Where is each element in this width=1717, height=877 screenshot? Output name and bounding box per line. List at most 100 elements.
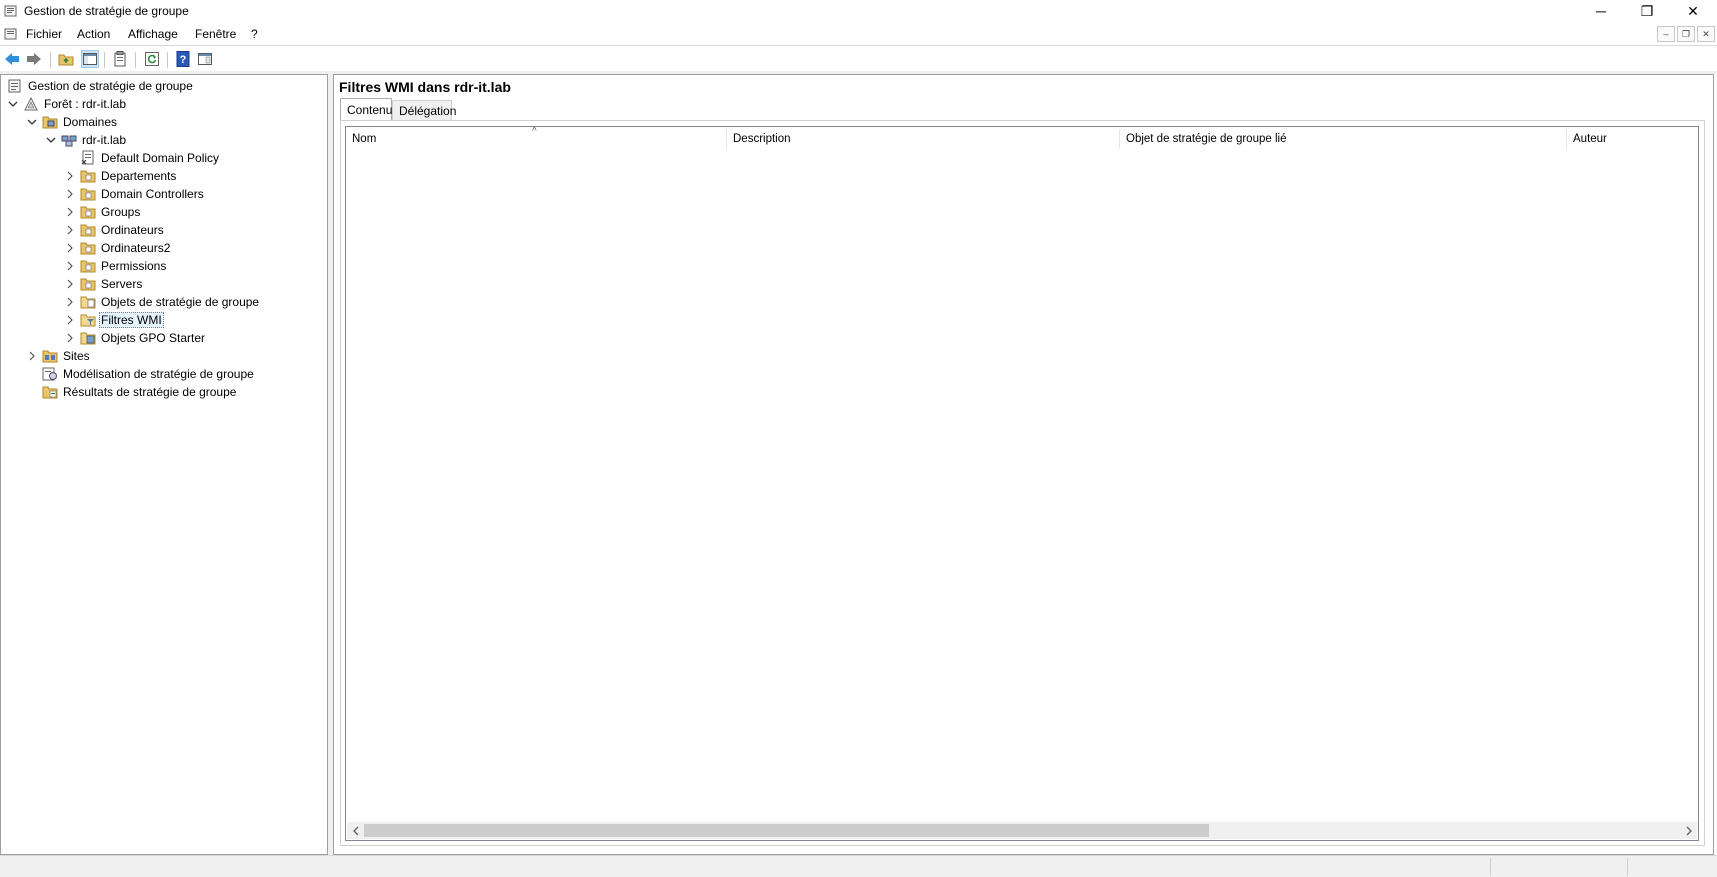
chevron-right-icon[interactable] — [64, 206, 76, 218]
chevron-right-icon[interactable] — [64, 314, 76, 326]
tree-item-domain-controllers[interactable]: Domain Controllers — [64, 185, 206, 203]
scroll-left-icon[interactable] — [347, 822, 364, 839]
menu-affichage[interactable]: Affichage — [126, 27, 180, 41]
mdi-minimize-button[interactable]: – — [1657, 26, 1675, 42]
minimize-button[interactable]: ─ — [1578, 0, 1624, 22]
tree-item-label: Groups — [101, 205, 141, 219]
wmi-filters-list[interactable]: Nom ^ Description Objet de stratégie de … — [345, 126, 1699, 841]
tab-contenu[interactable]: Contenu — [340, 98, 392, 120]
ou-folder-icon — [80, 168, 96, 184]
mdi-child-icon[interactable] — [4, 27, 18, 41]
back-icon[interactable] — [3, 50, 21, 68]
tree-item-wmi-filters[interactable]: Filtres WMI — [64, 311, 164, 329]
tree-item-departements[interactable]: Departements — [64, 167, 178, 185]
close-button[interactable]: ✕ — [1670, 0, 1716, 22]
ou-folder-icon — [80, 222, 96, 238]
chevron-right-icon[interactable] — [64, 170, 76, 182]
toolbar-separator — [167, 52, 168, 68]
tree-item-root[interactable]: Gestion de stratégie de groupe — [7, 77, 195, 95]
tree-item-starter-gpos[interactable]: Objets GPO Starter — [64, 329, 207, 347]
tree-item-label: Sites — [63, 349, 90, 363]
scroll-right-icon[interactable] — [1680, 822, 1697, 839]
tree-item-domain[interactable]: rdr-it.lab — [45, 131, 128, 149]
tree-item-default-domain-policy[interactable]: Default Domain Policy — [80, 149, 221, 167]
tree-item-label: Permissions — [101, 259, 167, 273]
tree-item-sites[interactable]: Sites — [26, 347, 92, 365]
tree-item-ordinateurs[interactable]: Ordinateurs — [64, 221, 166, 239]
mdi-restore-button[interactable]: ❐ — [1677, 26, 1695, 42]
tab-delegation[interactable]: Délégation — [392, 100, 456, 120]
tree-item-domains[interactable]: Domaines — [26, 113, 119, 131]
ou-folder-icon — [80, 204, 96, 220]
console-icon[interactable] — [196, 50, 214, 68]
scrollbar-thumb[interactable] — [364, 824, 1209, 837]
chevron-down-icon[interactable] — [26, 116, 38, 128]
help-icon[interactable]: ? — [174, 50, 192, 68]
refresh-icon[interactable] — [143, 50, 161, 68]
starter-gpo-folder-icon — [80, 330, 96, 346]
status-bar — [0, 855, 1717, 877]
menu-fenetre[interactable]: Fenêtre — [193, 27, 238, 41]
tree-item-label: Objets de stratégie de groupe — [101, 295, 260, 309]
column-header-auteur[interactable]: Auteur — [1567, 127, 1698, 151]
menubar-divider — [0, 45, 1717, 46]
mdi-close-button[interactable]: ✕ — [1697, 26, 1715, 42]
mdi-controls: – ❐ ✕ — [1657, 26, 1715, 42]
tree-item-label: Servers — [101, 277, 143, 291]
properties-icon[interactable] — [111, 50, 129, 68]
menu-help[interactable]: ? — [249, 27, 260, 41]
tree-item-label: Résultats de stratégie de groupe — [63, 385, 237, 399]
toolbar-separator — [104, 52, 105, 68]
chevron-right-icon[interactable] — [64, 242, 76, 254]
tree-item-servers[interactable]: Servers — [64, 275, 144, 293]
chevron-right-icon[interactable] — [64, 278, 76, 290]
tree-item-label: Departements — [101, 169, 177, 183]
tree-item-groups[interactable]: Groups — [64, 203, 142, 221]
tree-item-label: Default Domain Policy — [101, 151, 220, 165]
tree-item-label: Filtres WMI — [99, 312, 164, 328]
gpo-folder-icon — [80, 294, 96, 310]
tree-item-label: rdr-it.lab — [82, 133, 127, 147]
chevron-right-icon[interactable] — [64, 224, 76, 236]
tree-item-results[interactable]: Résultats de stratégie de groupe — [42, 383, 238, 401]
tree-item-label: Domaines — [63, 115, 118, 129]
ou-folder-icon — [80, 276, 96, 292]
tree-item-permissions[interactable]: Permissions — [64, 257, 168, 275]
chevron-right-icon[interactable] — [64, 332, 76, 344]
list-header: Nom ^ Description Objet de stratégie de … — [346, 126, 1698, 151]
forward-icon[interactable] — [25, 50, 43, 68]
sort-ascending-icon: ^ — [532, 126, 537, 137]
tree-item-ordinateurs2[interactable]: Ordinateurs2 — [64, 239, 172, 257]
chevron-right-icon[interactable] — [64, 188, 76, 200]
title-bar: Gestion de stratégie de groupe ─ ❐ ✕ — [0, 0, 1717, 22]
show-tree-icon[interactable] — [81, 50, 99, 68]
tree-item-modeling[interactable]: Modélisation de stratégie de groupe — [42, 365, 256, 383]
tree-item-label: Gestion de stratégie de groupe — [28, 79, 193, 93]
chevron-right-icon[interactable] — [64, 296, 76, 308]
ou-folder-icon — [80, 258, 96, 274]
chevron-down-icon[interactable] — [45, 134, 57, 146]
column-header-linked-gpo[interactable]: Objet de stratégie de groupe lié — [1120, 127, 1566, 151]
chevron-down-icon[interactable] — [7, 98, 19, 110]
modeling-icon — [42, 366, 58, 382]
gpmc-app-icon — [4, 4, 18, 18]
domain-icon — [61, 132, 77, 148]
status-cell — [1627, 858, 1628, 876]
tree-item-gpo-container[interactable]: Objets de stratégie de groupe — [64, 293, 261, 311]
chevron-right-icon[interactable] — [64, 260, 76, 272]
tree-item-label: Forêt : rdr-it.lab — [44, 97, 127, 111]
restore-button[interactable]: ❐ — [1624, 0, 1670, 22]
menu-action[interactable]: Action — [75, 27, 112, 41]
console-tree[interactable]: Gestion de stratégie de groupe Forêt : r… — [0, 74, 328, 855]
menu-bar: Fichier Action Affichage Fenêtre ? — [0, 24, 1717, 44]
column-header-description[interactable]: Description — [727, 127, 1119, 151]
column-label: Description — [733, 133, 791, 145]
column-label: Nom — [352, 133, 377, 145]
menu-fichier[interactable]: Fichier — [24, 27, 64, 41]
up-folder-icon[interactable] — [57, 50, 75, 68]
gpmc-root-icon — [7, 78, 23, 94]
chevron-right-icon[interactable] — [26, 350, 38, 362]
gpo-link-icon — [80, 150, 96, 166]
horizontal-scrollbar[interactable] — [347, 822, 1697, 839]
tree-item-forest[interactable]: Forêt : rdr-it.lab — [7, 95, 128, 113]
